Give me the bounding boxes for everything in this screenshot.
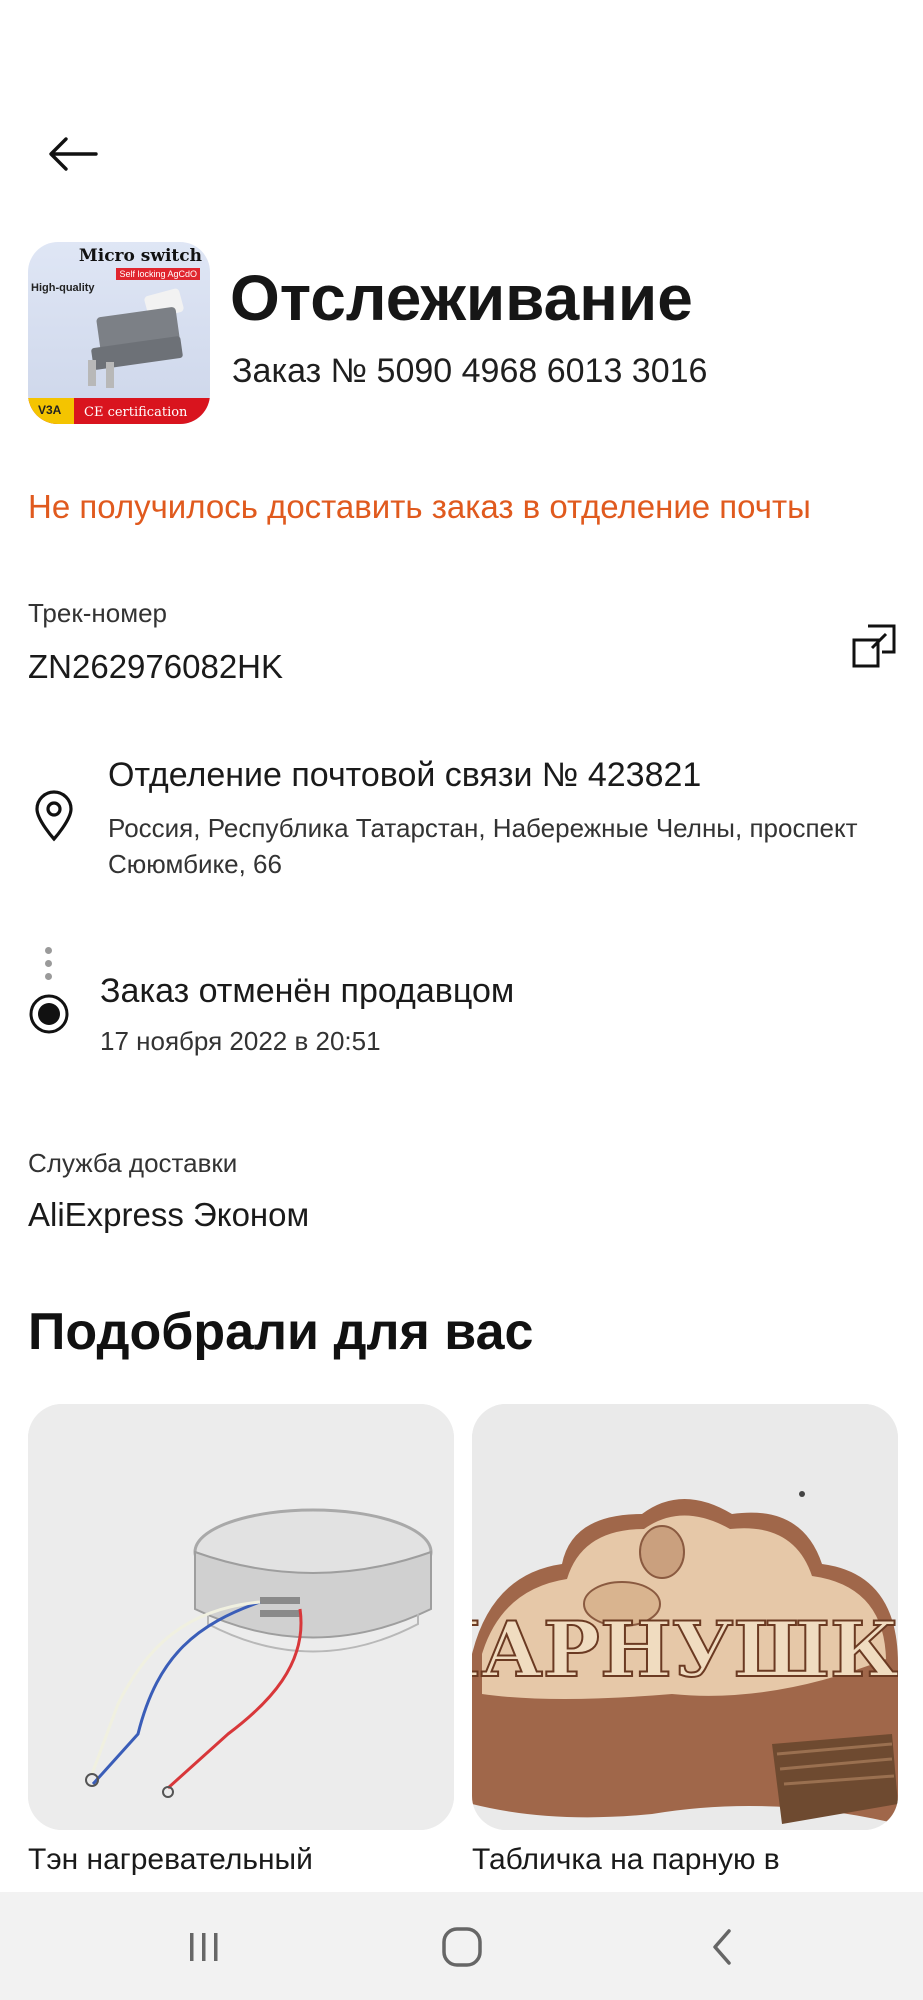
home-icon [442, 1927, 482, 1967]
event-title: Заказ отменён продавцом [100, 972, 515, 1010]
product-image [28, 1404, 454, 1830]
back-nav-icon [713, 1929, 731, 1965]
recent-apps-button[interactable] [174, 1922, 234, 1972]
timeline-current-icon [28, 993, 70, 1035]
recommendations-title: Подобрали для вас [28, 1303, 534, 1361]
product-image: ПАРНУШКА [472, 1404, 898, 1830]
switch-pin-shape [106, 362, 114, 388]
recent-apps-icon [190, 1933, 218, 1961]
back-button[interactable] [48, 126, 112, 182]
switch-pin-shape [88, 360, 96, 386]
tracking-number: ZN262976082HK [28, 648, 284, 685]
tracking-label: Трек-номер [28, 598, 167, 628]
copy-icon [852, 624, 896, 668]
product-card[interactable]: ПАРНУШКА Табличка на парную в [472, 1404, 898, 1882]
system-navigation-bar [0, 1892, 923, 2000]
thumb-hq-text: High-quality [31, 282, 95, 294]
delivery-status-message: Не получилось доставить заказ в отделени… [28, 488, 811, 525]
thumb-title-text: Micro switch [78, 246, 202, 266]
delivery-service-value: AliExpress Эконом [28, 1196, 310, 1233]
product-card[interactable]: Тэн нагревательный [28, 1404, 454, 1882]
thumb-sub-text: Self locking AgCdO [116, 268, 200, 280]
product-thumbnail[interactable]: Micro switch Self locking AgCdO High-qua… [28, 242, 210, 424]
sign-text: ПАРНУШКА [472, 1605, 898, 1694]
order-header: Micro switch Self locking AgCdO High-qua… [28, 242, 898, 427]
post-office-name: Отделение почтовой связи № 423821 [108, 756, 702, 794]
arrow-left-icon [49, 137, 98, 171]
location-pin-icon [32, 790, 76, 842]
thumb-cert-text: CE certification [84, 405, 188, 420]
thumb-rating-badge: V3A [28, 398, 74, 424]
product-name: Табличка на парную в [472, 1843, 780, 1876]
copy-tracking-button[interactable] [848, 620, 900, 672]
page-title: Отслеживание [230, 262, 693, 334]
home-button[interactable] [432, 1922, 492, 1972]
timeline-dots [44, 947, 54, 987]
order-number: Заказ № 5090 4968 6013 3016 [232, 352, 708, 390]
post-office-address: Россия, Республика Татарстан, Набережные… [108, 813, 858, 879]
event-date: 17 ноября 2022 в 20:51 [100, 1026, 381, 1056]
product-name: Тэн нагревательный [28, 1843, 313, 1876]
delivery-service-label: Служба доставки [28, 1148, 238, 1178]
back-nav-button[interactable] [692, 1922, 752, 1972]
